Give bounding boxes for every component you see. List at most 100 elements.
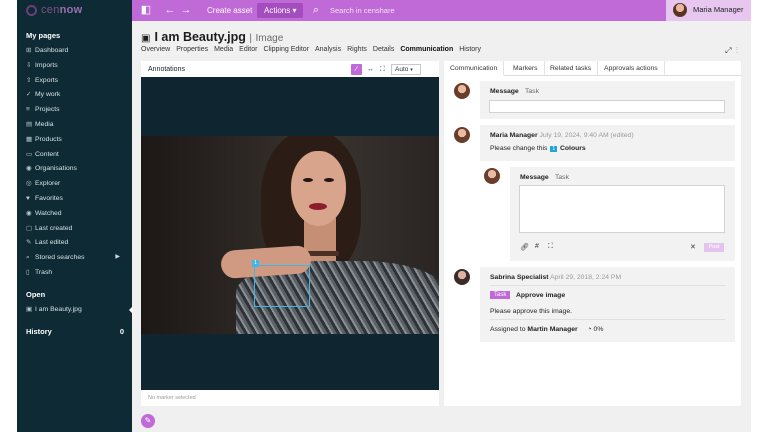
sidebar-toggle-icon[interactable]: ◧	[139, 3, 153, 18]
pin-button[interactable]: ✎	[141, 414, 155, 428]
actions-button[interactable]: Actions ▾	[257, 3, 304, 18]
sidebar-item-last-edited[interactable]: ✎ Last edited	[26, 236, 128, 249]
assignee[interactable]: Martin Manager	[527, 326, 577, 333]
tab-approvals-actions[interactable]: Approvals actions	[598, 61, 665, 76]
tab-history[interactable]: History	[459, 46, 481, 53]
logo[interactable]: cennow	[17, 0, 132, 21]
favorites-icon: ♥	[26, 195, 30, 202]
media-icon: ▤	[26, 121, 33, 128]
marker-tag[interactable]: 1	[252, 260, 259, 267]
sidebar-item-label: Content	[35, 150, 59, 158]
active-indicator	[129, 306, 133, 314]
tab-overview[interactable]: Overview	[141, 46, 170, 53]
user-menu[interactable]: Maria Manager	[666, 0, 751, 21]
draw-marker-icon[interactable]: ⁄	[351, 64, 362, 75]
task-header: Sabrina Specialist April 29, 2018, 2:24 …	[490, 274, 621, 281]
task-author: Sabrina Specialist	[490, 274, 549, 281]
sidebar-item-projects[interactable]: ≡ Projects	[26, 103, 128, 116]
back-arrow-icon[interactable]: ←	[164, 3, 176, 18]
tab-markers[interactable]: Markers	[507, 61, 545, 76]
search-input[interactable]: Search in censhare	[330, 3, 530, 18]
tab-communication[interactable]: Communication	[400, 46, 453, 53]
link-icon[interactable]: 🔗︎	[520, 243, 529, 251]
logo-icon	[26, 5, 37, 16]
sidebar-item-my-work[interactable]: ✓ My work	[26, 88, 128, 101]
annotation-toolbar: ⁄ ↔ ⛶ Auto ▾	[351, 64, 421, 75]
image-icon: ▣	[141, 33, 151, 44]
fit-width-icon[interactable]: ↔	[365, 64, 376, 75]
sidebar-item-explorer[interactable]: ◎ Explorer	[26, 177, 128, 190]
sidebar-item-last-created[interactable]: ▢ Last created	[26, 222, 128, 235]
message-input[interactable]	[489, 100, 725, 113]
tab-properties[interactable]: Properties	[176, 46, 208, 53]
reply-message-tab[interactable]: Message	[520, 174, 549, 181]
sidebar-item-label: Favorites	[35, 195, 63, 202]
hashtag-icon[interactable]: #	[535, 243, 539, 250]
zoom-value: Auto	[395, 66, 409, 73]
sidebar-item-content[interactable]: ▭ Content	[26, 148, 128, 161]
sidebar-item-dashboard[interactable]: ⊞ Dashboard	[26, 44, 128, 57]
projects-icon: ≡	[26, 106, 30, 114]
avatar	[673, 3, 687, 17]
last-created-icon: ▢	[26, 224, 33, 232]
assigned-label: Assigned to	[490, 326, 526, 333]
close-icon[interactable]: ✕	[690, 243, 696, 251]
comment-text: Please change this 1 Colours	[490, 145, 586, 152]
pin-icon: ✎	[144, 416, 152, 425]
sidebar-item-label: My work	[35, 91, 61, 99]
avatar	[453, 126, 471, 144]
asset-tabs: Overview Properties Media Editor Clipping Ed…	[141, 46, 487, 57]
task-text: Please approve this image.	[490, 308, 572, 315]
history-heading[interactable]: History	[26, 327, 52, 336]
app-window: cennow ◧ ← → Create asset Actions ▾ ⌕ Se…	[17, 0, 751, 432]
sidebar-item-products[interactable]: ▦ Products	[26, 133, 128, 146]
marker-select-icon[interactable]: ⛶	[548, 243, 553, 251]
forward-arrow-icon[interactable]: →	[180, 3, 192, 18]
create-asset-button[interactable]: Create asset	[200, 3, 259, 18]
reply-textarea[interactable]	[519, 185, 725, 233]
communication-panel: Communication Markers Related tasks Approva…	[444, 61, 741, 406]
tab-analysis[interactable]: Analysis	[315, 46, 341, 53]
sidebar-item-imports[interactable]: ⇩ Imports	[26, 59, 128, 72]
sidebar-item-organisations[interactable]: ◉ Organisations	[26, 162, 128, 175]
search-icon[interactable]: ⌕	[310, 3, 322, 18]
chevron-down-icon: ▾	[292, 6, 297, 15]
image-canvas[interactable]: 1	[141, 77, 439, 390]
zoom-select[interactable]: Auto ▾	[391, 64, 421, 75]
sidebar-item-label: Trash	[35, 269, 53, 276]
sidebar-item-watched[interactable]: ◉ Watched	[26, 207, 128, 220]
trash-icon: ▯	[26, 269, 30, 276]
sidebar-item-media[interactable]: ▤ Media	[26, 118, 128, 131]
open-item-label: I am Beauty.jpg	[35, 306, 82, 313]
message-tab[interactable]: Message	[490, 88, 519, 95]
reply-task-tab[interactable]: Task	[555, 174, 569, 181]
tab-rights[interactable]: Rights	[347, 46, 367, 53]
tab-editor[interactable]: Editor	[239, 46, 257, 53]
fullscreen-icon[interactable]: ⛶	[377, 64, 388, 75]
marker-chip[interactable]: 1	[550, 146, 558, 152]
more-icon[interactable]: ⋮	[736, 46, 738, 55]
sidebar-item-label: Dashboard	[35, 47, 69, 54]
sidebar-item-favorites[interactable]: ♥ Favorites	[26, 192, 128, 205]
tab-details[interactable]: Details	[373, 46, 394, 53]
sidebar-item-label: Watched	[35, 209, 62, 217]
task-title[interactable]: Approve image	[516, 292, 565, 299]
content-icon: ▭	[26, 150, 33, 158]
comment-author: Maria Manager	[490, 132, 538, 139]
sidebar-item-trash[interactable]: ▯ Trash	[26, 266, 128, 279]
avatar	[453, 268, 471, 286]
tab-media[interactable]: Media	[214, 46, 233, 53]
avatar	[483, 167, 501, 185]
sidebar-item-stored-searches[interactable]: ⌕ Stored searches ▶	[26, 251, 128, 264]
image-icon: ▣	[26, 306, 33, 313]
marker-region[interactable]	[254, 265, 310, 307]
task-tab[interactable]: Task	[525, 88, 539, 95]
sidebar-item-exports[interactable]: ⇧ Exports	[26, 74, 128, 87]
tab-related-tasks[interactable]: Related tasks	[544, 61, 599, 76]
post-button[interactable]: Post	[704, 243, 724, 252]
open-item-beauty[interactable]: ▣ I am Beauty.jpg	[26, 303, 128, 316]
sidebar-item-label: Media	[35, 121, 54, 128]
expand-icon[interactable]: ⤢	[725, 46, 731, 55]
tab-communication[interactable]: Communication	[444, 61, 505, 76]
tab-clipping-editor[interactable]: Clipping Editor	[263, 46, 309, 53]
